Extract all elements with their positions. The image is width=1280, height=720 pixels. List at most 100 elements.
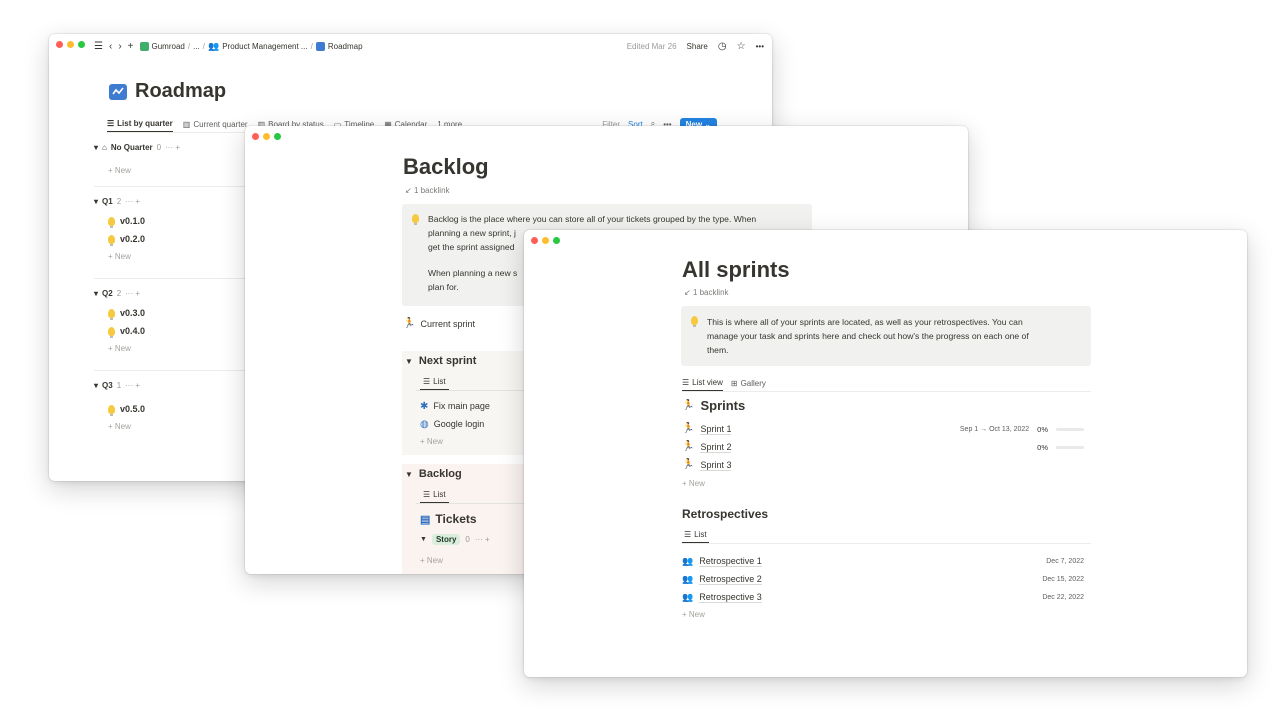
runner-icon: 🏃 — [682, 423, 695, 434]
tab-list[interactable]: ☰ List — [682, 530, 709, 543]
callout: This is where all of your sprints are lo… — [681, 306, 1091, 366]
window-controls — [56, 41, 85, 48]
table-row[interactable]: 🏃 Sprint 1 Sep 1 → Oct 13, 2022 0% — [682, 420, 1084, 438]
toggle-icon[interactable]: ▼ — [420, 536, 427, 543]
minimize-window-button[interactable] — [542, 237, 549, 244]
list-icon: ☰ — [684, 530, 692, 539]
group-name: Q1 — [102, 196, 113, 206]
table-row[interactable]: 🏃 Sprint 2 0% — [682, 438, 1084, 456]
page-title: All sprints — [682, 257, 790, 282]
sidebar-menu-icon[interactable]: ☰ — [94, 41, 103, 52]
people-icon: 👥 — [208, 40, 220, 51]
forward-icon[interactable]: › — [118, 41, 121, 52]
group-count: 2 — [116, 288, 122, 298]
tab-list-by-quarter[interactable]: ☰ List by quarter — [107, 119, 173, 132]
table-row[interactable]: 👥 Retrospective 1 Dec 7, 2022 — [682, 552, 1084, 570]
google-icon: ◍ — [420, 418, 429, 430]
group-more-icon[interactable]: ··· + — [125, 289, 140, 298]
tab-label: List — [694, 530, 707, 539]
close-window-button[interactable] — [56, 41, 63, 48]
table-row[interactable]: 🏃 Sprint 3 — [682, 456, 1084, 474]
group-name: Q3 — [102, 380, 113, 390]
share-button[interactable]: Share — [687, 42, 708, 51]
progress-bar — [1056, 427, 1084, 431]
people-icon: 👥 — [682, 591, 694, 602]
breadcrumb-ellipsis[interactable]: ... — [193, 42, 200, 51]
group-count: 1 — [116, 380, 122, 390]
item-title: v0.4.0 — [120, 326, 146, 336]
lightbulb-icon — [108, 308, 115, 320]
backlink[interactable]: ↙ 1 backlink — [684, 288, 729, 297]
item-title: v0.1.0 — [120, 216, 146, 226]
tab-label: Current quarter — [193, 119, 248, 129]
maximize-window-button[interactable] — [274, 133, 281, 140]
toggle-icon[interactable]: ▼ — [405, 470, 413, 479]
breadcrumb: Gumroad / ... / 👥 Product Management ...… — [139, 40, 363, 52]
table-row[interactable]: 👥 Retrospective 2 Dec 15, 2022 — [682, 570, 1084, 588]
callout-line: This is where all of your sprints are lo… — [707, 317, 1023, 327]
table-icon: ▥ — [182, 119, 191, 129]
group-name: No Quarter — [110, 142, 153, 152]
minimize-window-button[interactable] — [67, 41, 74, 48]
maximize-window-button[interactable] — [553, 237, 560, 244]
group-more-icon[interactable]: ··· + — [475, 535, 490, 544]
minimize-window-button[interactable] — [263, 133, 270, 140]
clock-icon[interactable]: ◷ — [718, 41, 727, 52]
sprints-heading[interactable]: 🏃 Sprints — [682, 398, 745, 413]
lightbulb-icon — [691, 316, 698, 327]
breadcrumb-roadmap[interactable]: Roadmap — [328, 42, 363, 51]
backlink[interactable]: ↙ 1 backlink — [405, 186, 450, 195]
new-label: New — [688, 479, 705, 488]
group-more-icon[interactable]: ··· + — [165, 143, 180, 152]
sprint-name: Sprint 2 — [700, 441, 732, 453]
tab-list[interactable]: ☰ List — [420, 374, 449, 390]
tab-list-view[interactable]: ☰ List view — [682, 378, 723, 391]
add-new-row[interactable]: + New — [682, 479, 705, 488]
tab-gallery[interactable]: ⊞ Gallery — [731, 379, 766, 391]
group-more-icon[interactable]: ··· + — [125, 197, 140, 206]
page-title-text: Roadmap — [135, 80, 227, 102]
item-title: v0.5.0 — [120, 404, 146, 414]
window-controls — [531, 237, 560, 244]
lightbulb-icon — [108, 404, 115, 416]
tab-current-quarter[interactable]: ▥ Current quarter — [183, 120, 248, 129]
tab-list[interactable]: ☰ List — [420, 487, 449, 503]
new-label: New — [688, 610, 705, 619]
star-icon[interactable]: ☆ — [737, 41, 746, 52]
back-icon[interactable]: ‹ — [109, 41, 112, 52]
sprint-name: Sprint 1 — [700, 423, 732, 435]
breadcrumb-product-management[interactable]: Product Management ... — [222, 42, 307, 51]
breadcrumb-gumroad[interactable]: Gumroad — [152, 42, 185, 51]
inbox-icon: ⌂ — [102, 142, 107, 152]
add-icon[interactable]: + — [128, 41, 134, 52]
tickets-label: Tickets — [435, 512, 477, 526]
tab-label: List by quarter — [117, 119, 173, 128]
toggle-icon[interactable]: ▾ — [94, 143, 98, 152]
add-new-row[interactable]: + New — [682, 610, 705, 619]
page-title: Backlog — [403, 154, 489, 179]
backlink-label: 1 backlink — [413, 186, 450, 195]
group-more-icon[interactable]: ··· + — [125, 381, 140, 390]
retro-name: Retrospective 2 — [699, 573, 762, 585]
callout-line: them. — [707, 345, 729, 355]
toggle-icon[interactable]: ▾ — [94, 381, 98, 390]
backlink-label: 1 backlink — [692, 288, 729, 297]
close-window-button[interactable] — [531, 237, 538, 244]
runner-icon: 🏃 — [682, 441, 695, 452]
toggle-icon[interactable]: ▾ — [94, 197, 98, 206]
retro-name: Retrospective 1 — [699, 555, 762, 567]
toggle-icon[interactable]: ▼ — [405, 357, 413, 366]
toggle-icon[interactable]: ▾ — [94, 289, 98, 298]
section-title: Next sprint — [418, 355, 477, 367]
section-title: Backlog — [418, 468, 462, 480]
item-title: v0.2.0 — [120, 234, 146, 244]
maximize-window-button[interactable] — [78, 41, 85, 48]
view-tabs: ☰ List view ⊞ Gallery — [682, 374, 1091, 392]
sprint-dates: Sep 1 → Oct 13, 2022 — [959, 425, 1030, 433]
close-window-button[interactable] — [252, 133, 259, 140]
table-row[interactable]: 👥 Retrospective 3 Dec 22, 2022 — [682, 588, 1084, 606]
lightbulb-icon — [108, 234, 115, 246]
more-icon[interactable]: ••• — [756, 42, 764, 51]
lightbulb-icon — [108, 326, 115, 338]
retrospectives-heading: Retrospectives — [682, 507, 769, 521]
